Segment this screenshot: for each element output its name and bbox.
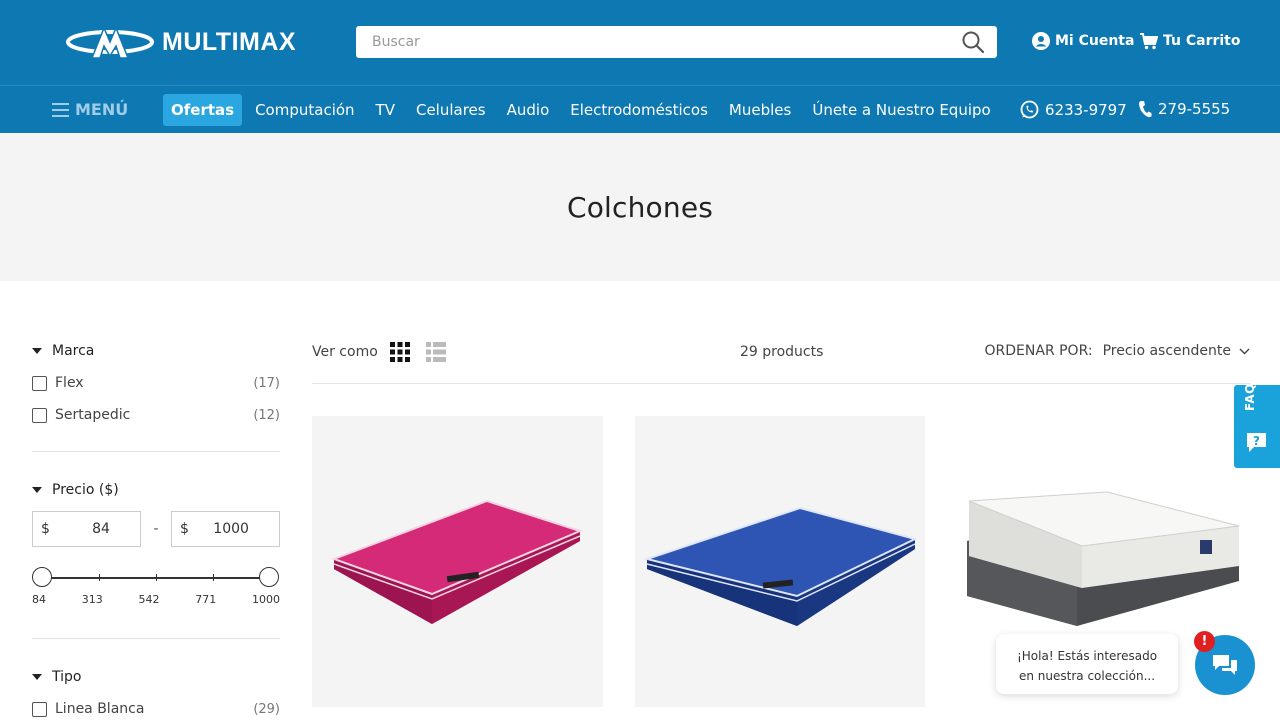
chevron-down-icon xyxy=(1239,348,1250,354)
brand-logo[interactable]: MULTIMAX xyxy=(64,22,296,62)
caret-down-icon xyxy=(32,674,42,680)
cart-icon xyxy=(1140,33,1158,50)
filters-sidebar: Marca Flex (17) Sertapedic (12) Precio (… xyxy=(32,338,280,720)
phone-contact[interactable]: 279-5555 xyxy=(1138,100,1230,118)
nav-item-muebles[interactable]: Muebles xyxy=(721,94,799,126)
slider-tick xyxy=(99,574,100,581)
filter-option-label: Sertapedic xyxy=(55,407,131,423)
facet-brand-toggle[interactable]: Marca xyxy=(32,338,280,364)
checkbox[interactable] xyxy=(32,701,47,717)
nav-item-celulares[interactable]: Celulares xyxy=(408,94,494,126)
nav-item-computacion[interactable]: Computación xyxy=(247,94,362,126)
multimax-logo-icon xyxy=(66,26,154,59)
price-min-box: $ xyxy=(32,511,141,547)
divider xyxy=(32,451,280,452)
page-title: Colchones xyxy=(566,190,714,224)
phone-icon xyxy=(1139,101,1152,118)
grid-view-icon[interactable] xyxy=(390,342,410,362)
faq-tab[interactable]: FAQ ? xyxy=(1234,383,1280,468)
slider-tick xyxy=(156,574,157,581)
whatsapp-number: 6233-9797 xyxy=(1045,100,1127,119)
filter-option-label: Flex xyxy=(55,375,84,391)
product-card[interactable] xyxy=(635,416,925,707)
notification-badge: ! xyxy=(1194,631,1215,652)
phone-number: 279-5555 xyxy=(1158,100,1231,118)
nav-item-electrodomesticos[interactable]: Electrodomésticos xyxy=(562,94,716,126)
collection-toolbar: Ver como 29 products ORDENAR POR: Precio… xyxy=(312,336,1250,384)
svg-text:?: ? xyxy=(1253,434,1260,448)
whatsapp-contact[interactable]: 6233-9797 xyxy=(1020,100,1127,119)
filter-option-count: (12) xyxy=(253,407,280,423)
price-max-box: $ xyxy=(171,511,280,547)
facet-brand-title: Marca xyxy=(52,343,95,359)
filter-option-sertapedic[interactable]: Sertapedic (12) xyxy=(32,399,280,431)
sort-select[interactable]: Precio ascendente xyxy=(1103,343,1250,359)
slider-tick xyxy=(213,574,214,581)
filter-option-label: Linea Blanca xyxy=(55,701,145,717)
filter-option-linea-blanca[interactable]: Linea Blanca (29) xyxy=(32,693,280,720)
checkbox[interactable] xyxy=(32,407,47,423)
search-bar xyxy=(356,26,997,58)
facet-type-toggle[interactable]: Tipo xyxy=(32,664,280,690)
blue-mattress-image[interactable] xyxy=(635,416,925,707)
nav-item-audio[interactable]: Audio xyxy=(499,94,558,126)
product-card[interactable] xyxy=(312,416,603,707)
filter-option-count: (17) xyxy=(253,375,280,391)
filter-option-flex[interactable]: Flex (17) xyxy=(32,367,280,399)
chat-greeting-line2: en nuestra colección... xyxy=(1018,669,1156,683)
main-nav: MENÚ Ofertas Computación TV Celulares Au… xyxy=(0,85,1280,133)
collection-hero: Colchones xyxy=(0,133,1280,281)
pink-mattress-image[interactable] xyxy=(312,416,603,707)
help-chat-icon: ? xyxy=(1247,433,1266,452)
search-icon[interactable] xyxy=(961,30,985,54)
menu-button[interactable]: MENÚ xyxy=(52,100,128,119)
sort-value: Precio ascendente xyxy=(1102,343,1231,359)
chat-greeting-line1: ¡Hola! Estás interesado xyxy=(1016,649,1158,663)
top-header: MULTIMAX Mi Cuenta Tu Carrito xyxy=(0,0,1280,85)
user-icon xyxy=(1032,32,1050,50)
currency-symbol: $ xyxy=(180,521,189,537)
slider-max-handle[interactable] xyxy=(259,567,279,587)
list-view-icon[interactable] xyxy=(426,342,446,362)
chat-greeting-bubble[interactable]: ¡Hola! Estás interesado en nuestra colec… xyxy=(996,634,1178,694)
cart-link[interactable]: Tu Carrito xyxy=(1139,32,1241,50)
nav-item-unete[interactable]: Únete a Nuestro Equipo xyxy=(804,94,998,126)
search-input[interactable] xyxy=(356,26,997,58)
sort-label: ORDENAR POR: xyxy=(984,343,1093,359)
cart-label: Tu Carrito xyxy=(1163,33,1241,49)
nav-item-tv[interactable]: TV xyxy=(368,94,403,126)
sort-control: ORDENAR POR: Precio ascendente xyxy=(985,343,1250,359)
divider xyxy=(32,638,280,639)
price-range-inputs: $ - $ xyxy=(32,511,280,547)
account-link[interactable]: Mi Cuenta xyxy=(1032,32,1134,50)
caret-down-icon xyxy=(32,348,42,354)
checkbox[interactable] xyxy=(32,375,47,391)
view-as-label: Ver como xyxy=(312,344,378,360)
price-max-input[interactable] xyxy=(188,521,249,537)
menu-label: MENÚ xyxy=(75,100,129,119)
product-count: 29 products xyxy=(740,344,824,360)
facet-price-toggle[interactable]: Precio ($) xyxy=(32,477,280,503)
slider-min-handle[interactable] xyxy=(32,567,52,587)
nav-items: Ofertas Computación TV Celulares Audio E… xyxy=(163,94,1004,126)
currency-symbol: $ xyxy=(41,521,50,537)
nav-item-ofertas[interactable]: Ofertas xyxy=(163,94,243,126)
price-min-input[interactable] xyxy=(49,521,110,537)
caret-down-icon xyxy=(32,487,42,493)
brand-name: MULTIMAX xyxy=(162,27,297,56)
whatsapp-icon xyxy=(1020,100,1039,119)
hamburger-icon xyxy=(52,102,69,117)
facet-price-title: Precio ($) xyxy=(52,482,119,498)
faq-label: FAQ xyxy=(1243,383,1257,411)
account-label: Mi Cuenta xyxy=(1055,33,1135,49)
filter-option-count: (29) xyxy=(253,701,280,717)
chat-bubbles-icon xyxy=(1213,655,1237,675)
price-separator: - xyxy=(153,521,159,537)
price-slider[interactable] xyxy=(32,567,280,599)
facet-type-title: Tipo xyxy=(52,669,82,685)
